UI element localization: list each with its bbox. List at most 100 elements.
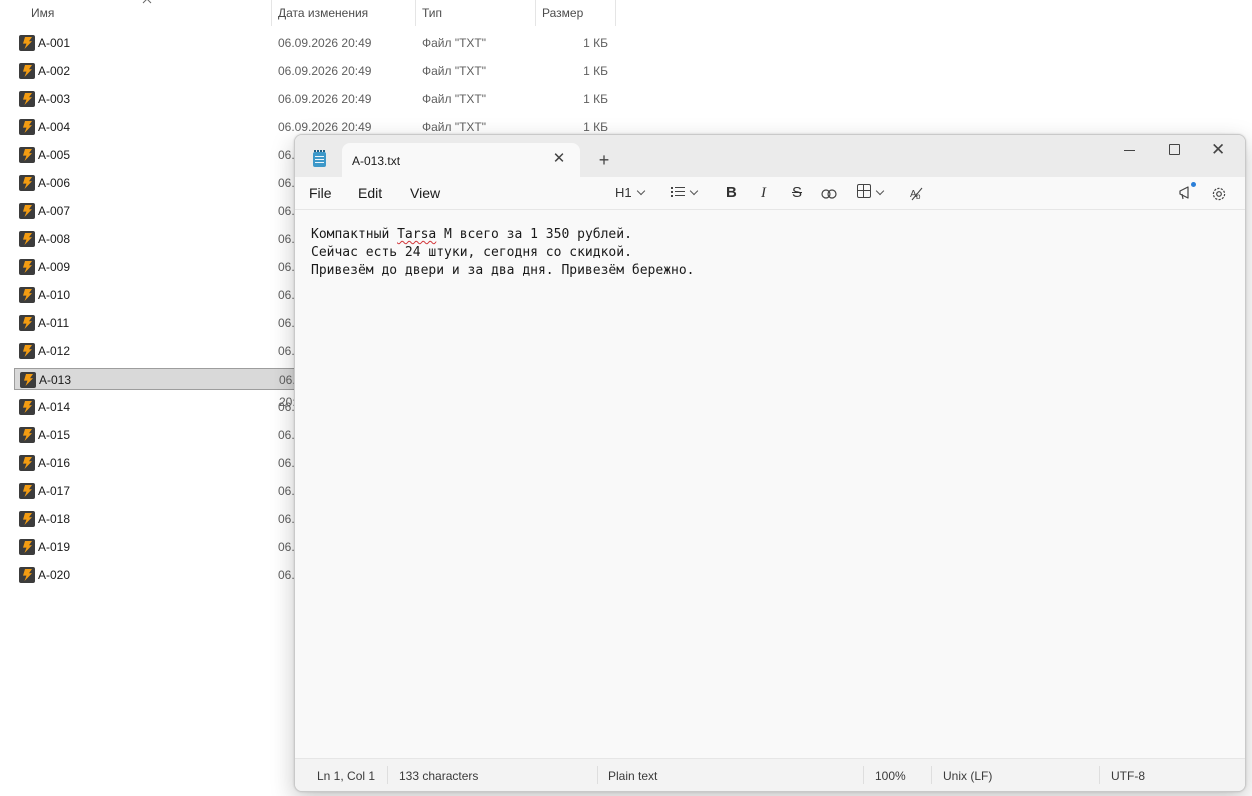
file-name: A-017 — [38, 484, 71, 498]
file-name: A-003 — [38, 92, 71, 106]
file-icon — [19, 567, 35, 583]
column-divider[interactable] — [615, 0, 616, 26]
list-dropdown[interactable] — [671, 183, 699, 203]
file-row[interactable]: A-01306.09.2026 20:49Файл "TXT"1 КБ — [14, 368, 609, 409]
status-divider — [931, 766, 932, 784]
spellcheck-icon[interactable]: Ab — [909, 183, 925, 203]
file-date: 06.09.2026 20:49 — [278, 64, 372, 78]
column-header-size[interactable]: Размер — [535, 0, 615, 26]
file-icon — [19, 63, 35, 79]
file-name: A-005 — [38, 148, 71, 162]
settings-gear-icon[interactable] — [1211, 183, 1227, 203]
file-name: A-016 — [38, 456, 71, 470]
status-divider — [1099, 766, 1100, 784]
file-name: A-018 — [38, 512, 71, 526]
file-type: Файл "TXT" — [422, 64, 487, 78]
table-dropdown[interactable] — [857, 183, 885, 203]
file-name: A-020 — [38, 568, 71, 582]
heading-label: H1 — [615, 185, 632, 200]
file-row[interactable]: A-002 06.09.2026 20:49 Файл "TXT" 1 КБ — [14, 60, 614, 82]
file-name: A-015 — [38, 428, 71, 442]
notification-dot — [1191, 182, 1196, 187]
file-name: A-004 — [38, 120, 71, 134]
misspelled-word[interactable]: Tarsa — [397, 227, 436, 242]
heading-dropdown[interactable]: H1 — [615, 183, 645, 203]
menu-view[interactable]: View — [410, 185, 440, 201]
text-segment: M всего за 1 350 рублей. — [436, 227, 632, 242]
notepad-window: A-013.txt ✕ + ✕ File Edit View H1 B I S … — [294, 134, 1246, 792]
chevron-down-icon — [689, 186, 699, 196]
file-icon — [19, 231, 35, 247]
text-line-1: Компактный Tarsa M всего за 1 350 рублей… — [311, 227, 632, 242]
file-icon — [19, 287, 35, 303]
file-name: A-011 — [38, 316, 70, 330]
menu-edit[interactable]: Edit — [358, 185, 382, 201]
file-icon — [19, 35, 35, 51]
maximize-icon — [1169, 144, 1180, 155]
file-row[interactable]: A-001 06.09.2026 20:49 Файл "TXT" 1 КБ — [14, 32, 614, 54]
file-date: 06.09.2026 20:49 — [278, 36, 372, 50]
maximize-button[interactable] — [1152, 139, 1196, 161]
menu-toolbar: File Edit View H1 B I S Ab — [295, 177, 1245, 210]
title-bar[interactable]: A-013.txt ✕ + ✕ — [295, 135, 1245, 179]
column-header-type[interactable]: Тип — [415, 0, 535, 26]
new-tab-plus-icon[interactable]: + — [595, 151, 613, 169]
close-icon: ✕ — [1211, 140, 1226, 159]
column-header-row: Имя Дата изменения Тип Размер — [0, 0, 620, 26]
status-format[interactable]: Plain text — [608, 769, 657, 783]
strikethrough-button[interactable]: S — [792, 183, 802, 203]
column-header-date[interactable]: Дата изменения — [271, 0, 415, 26]
chevron-down-icon — [875, 186, 885, 196]
file-name: A-001 — [38, 36, 71, 50]
link-icon[interactable] — [821, 183, 837, 203]
file-size: 1 КБ — [583, 64, 608, 78]
status-divider — [387, 766, 388, 784]
file-icon — [19, 203, 35, 219]
status-zoom[interactable]: 100% — [875, 769, 906, 783]
file-name: A-008 — [38, 232, 71, 246]
file-name: A-010 — [38, 288, 71, 302]
file-icon — [19, 483, 35, 499]
notepad-app-icon — [313, 150, 326, 167]
file-name: A-013 — [39, 373, 72, 387]
file-icon — [19, 91, 35, 107]
file-icon — [19, 539, 35, 555]
file-icon — [19, 315, 35, 331]
file-icon — [19, 399, 35, 415]
file-name: A-012 — [38, 344, 71, 358]
status-bar: Ln 1, Col 1 133 characters Plain text 10… — [295, 758, 1245, 791]
tab-close-icon[interactable]: ✕ — [552, 151, 566, 166]
file-size: 1 КБ — [583, 36, 608, 50]
minimize-button[interactable] — [1107, 139, 1151, 161]
file-icon — [19, 343, 35, 359]
file-name: A-009 — [38, 260, 71, 274]
text-editor[interactable]: Компактный Tarsa M всего за 1 350 рублей… — [295, 210, 1245, 758]
close-window-button[interactable]: ✕ — [1197, 139, 1241, 161]
file-icon — [19, 427, 35, 443]
status-divider — [863, 766, 864, 784]
italic-button[interactable]: I — [761, 183, 766, 203]
bold-button[interactable]: B — [726, 183, 737, 203]
file-name: A-014 — [38, 400, 71, 414]
file-row[interactable]: A-003 06.09.2026 20:49 Файл "TXT" 1 КБ — [14, 88, 614, 110]
status-line-endings[interactable]: Unix (LF) — [943, 769, 992, 783]
file-icon — [19, 175, 35, 191]
bulleted-list-icon — [671, 187, 685, 197]
menu-file[interactable]: File — [309, 185, 332, 201]
file-icon — [19, 259, 35, 275]
status-encoding[interactable]: UTF-8 — [1111, 769, 1145, 783]
table-icon — [857, 184, 871, 198]
file-name: A-002 — [38, 64, 71, 78]
text-line-3: Привезём до двери и за два дня. Привезём… — [311, 263, 695, 278]
file-type: Файл "TXT" — [422, 92, 487, 106]
svg-text:b: b — [916, 192, 921, 201]
chevron-down-icon — [636, 186, 645, 196]
status-cursor-position: Ln 1, Col 1 — [317, 769, 376, 783]
file-icon — [19, 455, 35, 471]
file-type: Файл "TXT" — [422, 36, 487, 50]
file-icon — [19, 119, 35, 135]
file-name: A-006 — [38, 176, 71, 190]
tab-a-013[interactable]: A-013.txt ✕ — [342, 143, 580, 179]
tab-title: A-013.txt — [352, 154, 401, 168]
file-date: 06.09.2026 20:49 — [278, 92, 372, 106]
